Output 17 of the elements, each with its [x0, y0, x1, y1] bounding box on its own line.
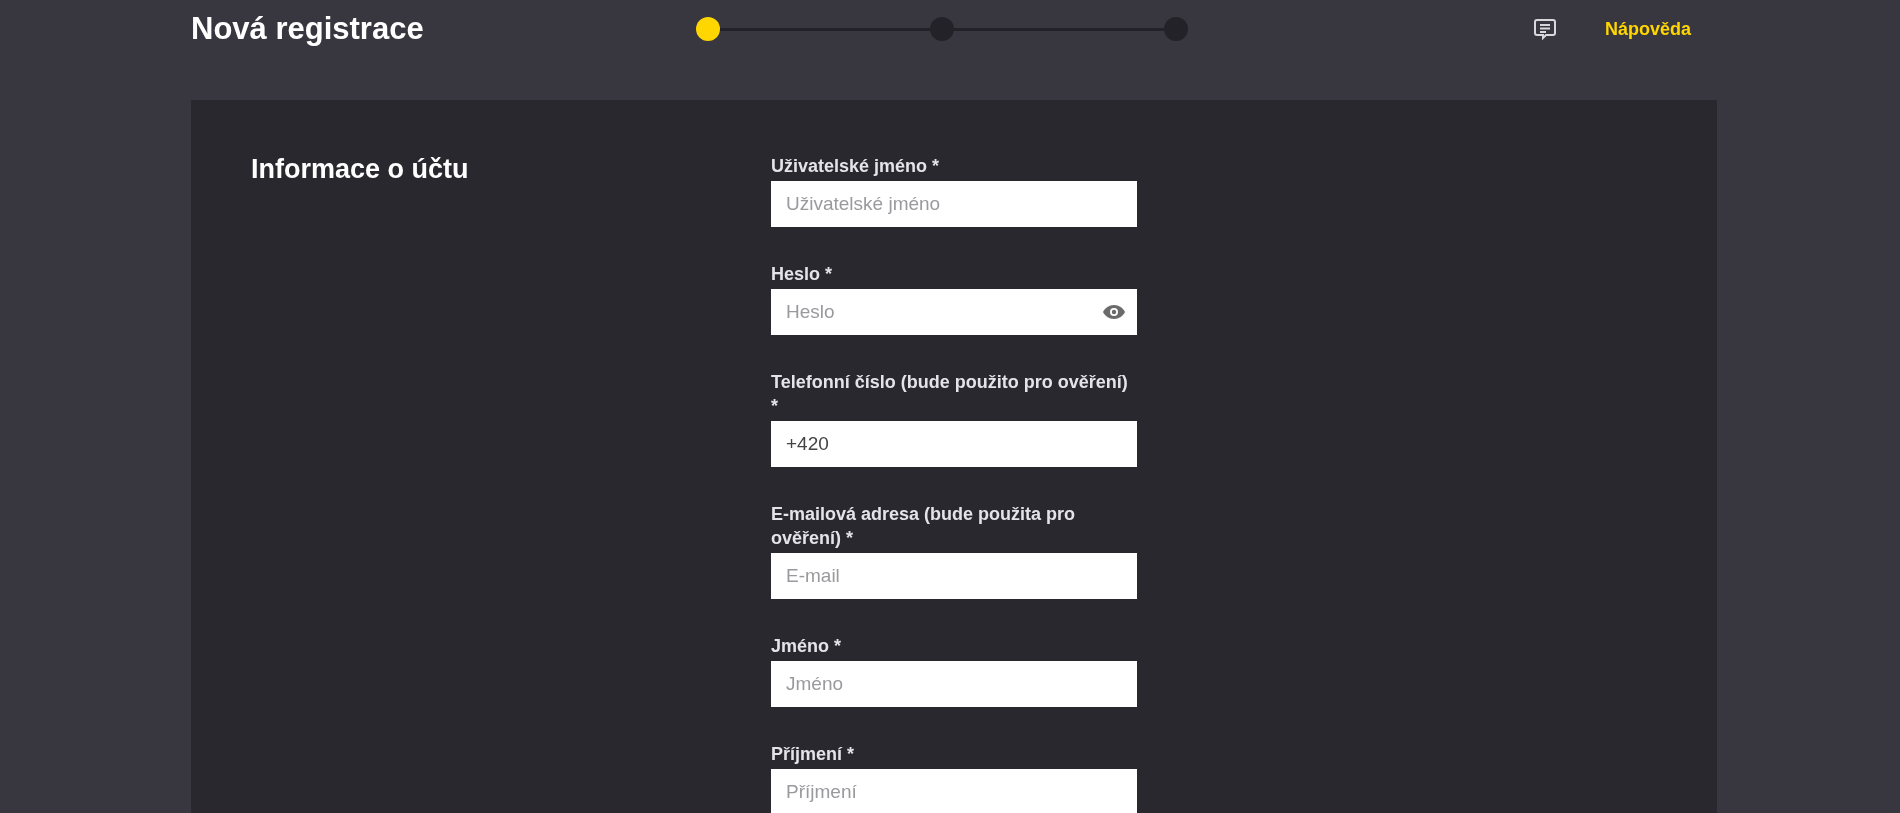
field-label: Heslo * [771, 263, 834, 286]
field-label: E-mailová adresa (bude použita pro ověření) * [771, 503, 1077, 550]
input-field[interactable]: Jméno [771, 661, 1137, 707]
field-label: Telefonní číslo (bude použito pro ověření) * [771, 371, 1129, 418]
page-title: Nová registrace [191, 11, 425, 47]
field-label: Uživatelské jméno * [771, 155, 941, 178]
field-label: Příjmení * [771, 743, 856, 766]
input-field[interactable]: Uživatelské jméno [771, 181, 1137, 227]
input-field[interactable]: E-mail [771, 553, 1137, 599]
help-link[interactable]: Nápověda [1605, 18, 1692, 40]
eye-icon[interactable] [1103, 305, 1125, 319]
chat-icon[interactable] [1534, 18, 1556, 40]
input-field[interactable]: +420 [771, 421, 1137, 467]
password-field[interactable]: Heslo [771, 289, 1137, 335]
input-field[interactable]: Příjmení [771, 769, 1137, 813]
section-title: Informace o účtu [251, 154, 470, 186]
field-label: Jméno * [771, 635, 843, 658]
